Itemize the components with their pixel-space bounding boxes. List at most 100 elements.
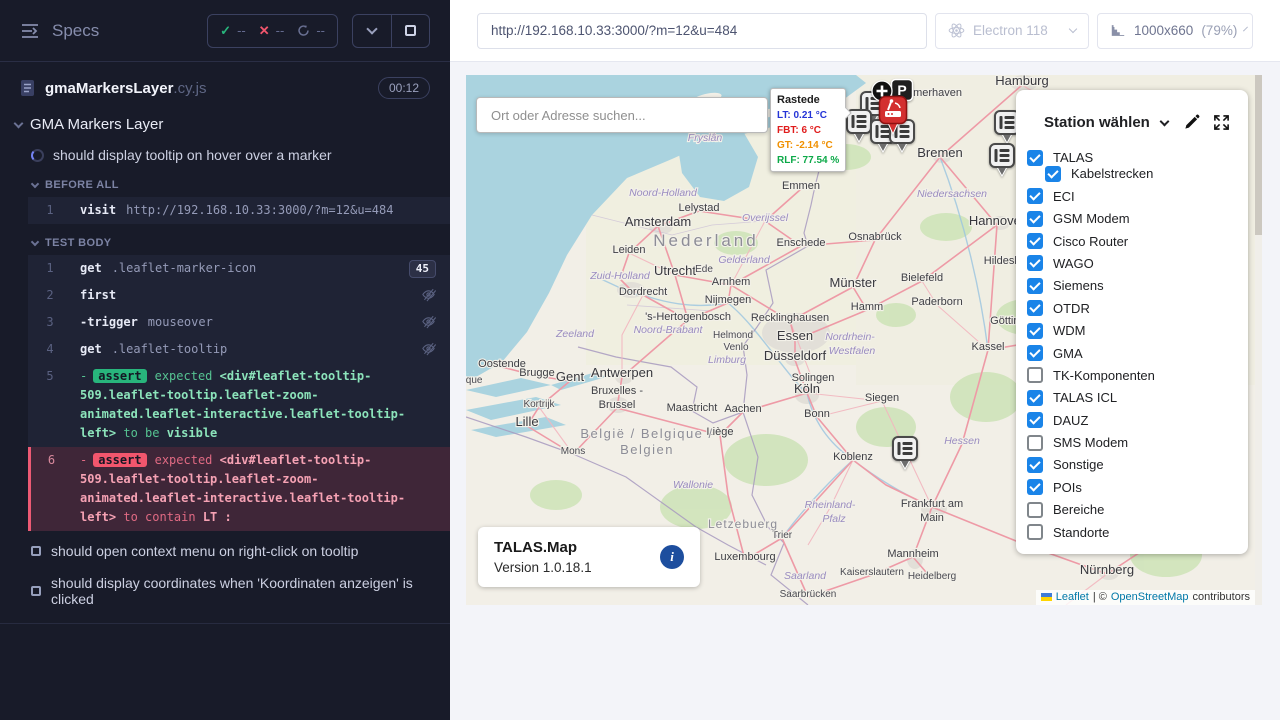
command-row[interactable]: 2first: [28, 282, 450, 309]
map-marker-station[interactable]: [846, 109, 872, 148]
checkbox[interactable]: [1027, 479, 1043, 495]
suite-title: GMA Markers Layer: [30, 116, 163, 133]
map-label: Recklinghausen: [751, 312, 829, 324]
checkbox[interactable]: [1027, 435, 1043, 451]
station-label: ECI: [1053, 189, 1075, 204]
station-item-talas[interactable]: TALAS: [1027, 150, 1248, 165]
map-label: Nijmegen: [705, 294, 751, 306]
aut-stage: AmsterdamUtrechtAntwerpenKölnDüsseldorfE…: [450, 62, 1280, 720]
checkbox[interactable]: [1027, 300, 1043, 316]
checkbox[interactable]: [1027, 345, 1043, 361]
station-label: DAUZ: [1053, 413, 1088, 428]
suite-header[interactable]: GMA Markers Layer: [0, 108, 450, 140]
app-version: Version 1.0.18.1: [494, 558, 592, 577]
checkbox[interactable]: [1027, 188, 1043, 204]
command-row[interactable]: 3-triggermouseover: [28, 309, 450, 336]
map-label: Frankfurt am: [901, 498, 963, 510]
station-item-sonstige[interactable]: Sonstige: [1027, 457, 1248, 472]
command-content: first: [72, 286, 413, 305]
station-item-bereiche[interactable]: Bereiche: [1027, 502, 1248, 517]
map-label: Enschede: [777, 237, 826, 249]
station-item-standorte[interactable]: Standorte: [1027, 525, 1248, 540]
checkbox[interactable]: [1027, 150, 1043, 166]
checkbox[interactable]: [1027, 502, 1043, 518]
edit-pencil-icon[interactable]: [1183, 114, 1200, 131]
hook-header-before-all[interactable]: BEFORE ALL: [0, 170, 450, 197]
leaflet-map[interactable]: AmsterdamUtrechtAntwerpenKölnDüsseldorfE…: [466, 75, 1262, 605]
command-content: -triggermouseover: [72, 313, 413, 332]
map-marker-station[interactable]: [892, 436, 918, 475]
leaflet-link[interactable]: Leaflet: [1056, 591, 1089, 603]
checkbox[interactable]: [1027, 211, 1043, 227]
checkbox[interactable]: [1027, 457, 1043, 473]
station-item-wago[interactable]: WAGO: [1027, 256, 1248, 271]
stop-icon: [405, 25, 416, 36]
station-item-wdm[interactable]: WDM: [1027, 323, 1248, 338]
map-marker-gsm-active[interactable]: [878, 95, 908, 140]
checkbox[interactable]: [1027, 233, 1043, 249]
station-label: Bereiche: [1053, 502, 1104, 517]
station-item-gsm-modem[interactable]: GSM Modem: [1027, 211, 1248, 226]
marker-tooltip[interactable]: Rastede LT: 0.21 °CFBT: 6 °CGT: -2.14 °C…: [770, 88, 846, 172]
url-input[interactable]: [477, 13, 927, 49]
pending-test-row[interactable]: should open context menu on right-click …: [0, 535, 450, 567]
aut-scrollbar[interactable]: [1255, 75, 1262, 605]
spec-file-row[interactable]: gmaMarkersLayer.cy.js 00:12: [0, 62, 450, 108]
map-attribution: Leaflet | © OpenStreetMap contributors: [1036, 590, 1255, 605]
pending-test-row[interactable]: should display coordinates when 'Koordin…: [0, 567, 450, 615]
browser-select[interactable]: Electron 118: [935, 13, 1089, 49]
chevron-down-icon[interactable]: [1159, 116, 1169, 126]
checkbox[interactable]: [1027, 278, 1043, 294]
running-spinner-icon: [31, 149, 44, 162]
viewport-select[interactable]: 1000x660 (79%): [1097, 13, 1253, 49]
checkbox[interactable]: [1027, 255, 1043, 271]
command-row[interactable]: 1get.leaflet-marker-icon45: [28, 255, 450, 282]
station-item-siemens[interactable]: Siemens: [1027, 278, 1248, 293]
command-row[interactable]: 1visithttp://192.168.10.33:3000/?m=12&u=…: [28, 197, 450, 224]
command-row[interactable]: 5-assertexpected <div#leaflet-tooltip-50…: [28, 363, 450, 447]
map-marker-station[interactable]: [989, 143, 1015, 182]
map-label: Noord-Holland: [629, 187, 698, 199]
osm-link[interactable]: OpenStreetMap: [1111, 591, 1189, 603]
station-item-otdr[interactable]: OTDR: [1027, 301, 1248, 316]
map-label: Leiden: [612, 244, 645, 256]
chevron-down-icon: [1069, 25, 1077, 33]
command-row[interactable]: 4get.leaflet-tooltip: [28, 336, 450, 363]
specs-menu-icon[interactable]: [20, 22, 40, 40]
command-number: 1: [28, 201, 72, 220]
collapse-all-button[interactable]: [353, 15, 391, 47]
fullscreen-expand-icon[interactable]: [1213, 114, 1230, 131]
command-content: get.leaflet-marker-icon: [72, 259, 401, 278]
active-test-row[interactable]: should display tooltip on hover over a m…: [0, 140, 450, 170]
info-icon[interactable]: i: [660, 545, 684, 569]
station-label: Cisco Router: [1053, 234, 1128, 249]
checkbox[interactable]: [1027, 524, 1043, 540]
map-label: Kortrijk: [523, 399, 555, 410]
checkbox[interactable]: [1027, 390, 1043, 406]
station-item-cisco-router[interactable]: Cisco Router: [1027, 234, 1248, 249]
checkbox[interactable]: [1027, 367, 1043, 383]
station-item-sms-modem[interactable]: SMS Modem: [1027, 435, 1248, 450]
checkbox[interactable]: [1027, 323, 1043, 339]
stop-button[interactable]: [391, 15, 429, 47]
map-label: Main: [920, 512, 944, 524]
station-item-pois[interactable]: POIs: [1027, 480, 1248, 495]
checkbox[interactable]: [1045, 166, 1061, 182]
pending-tests: should open context menu on right-click …: [0, 535, 450, 615]
map-label: Pfalz: [822, 513, 846, 525]
station-item-tk-komponenten[interactable]: TK-Komponenten: [1027, 368, 1248, 383]
station-item-eci[interactable]: ECI: [1027, 189, 1248, 204]
command-row[interactable]: 6-assertexpected <div#leaflet-tooltip-50…: [28, 447, 450, 531]
station-item-talas-icl[interactable]: TALAS ICL: [1027, 390, 1248, 405]
station-item-dauz[interactable]: DAUZ: [1027, 413, 1248, 428]
spec-file-icon: [20, 79, 35, 97]
cypress-reporter: Specs ✓-- ✕-- -- gmaMarkersLayer.cy.js 0…: [0, 0, 450, 720]
station-item-gma[interactable]: GMA: [1027, 346, 1248, 361]
hook-header-test-body[interactable]: TEST BODY: [0, 228, 450, 255]
map-search-input[interactable]: [476, 97, 768, 133]
checkbox[interactable]: [1027, 412, 1043, 428]
map-label: Dordrecht: [619, 286, 667, 298]
map-label: Lelystad: [679, 202, 720, 214]
station-item-kabelstrecken[interactable]: Kabelstrecken: [1045, 166, 1248, 181]
scrollbar-thumb[interactable]: [1255, 75, 1262, 235]
